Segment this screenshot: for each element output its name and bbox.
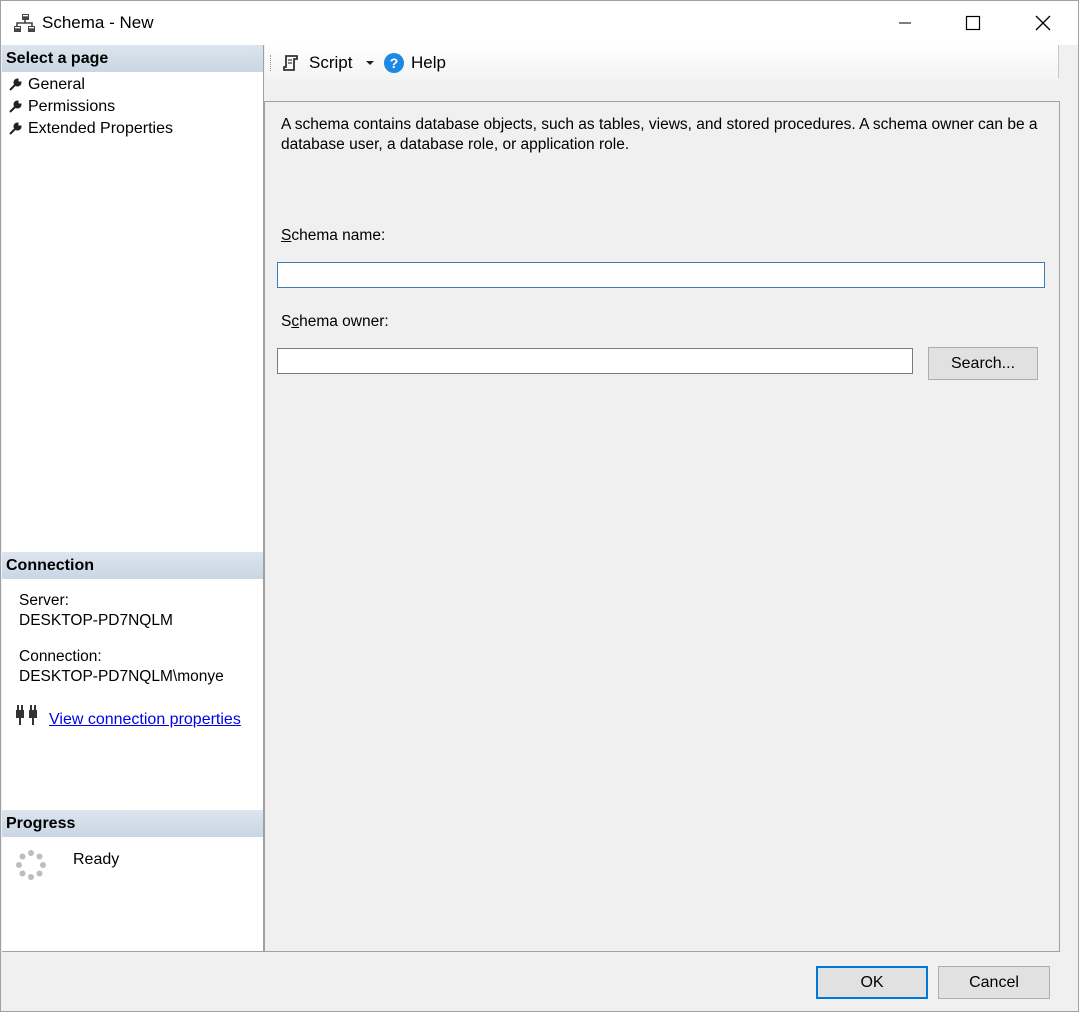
progress-header: Progress — [2, 810, 263, 837]
toolbar-divider — [1058, 45, 1059, 78]
minimize-button[interactable] — [871, 1, 939, 45]
schema-owner-label: Schema owner: — [281, 313, 389, 330]
help-button[interactable]: ? Help — [383, 50, 446, 76]
minimize-icon — [899, 22, 911, 24]
connection-header: Connection — [2, 552, 263, 579]
schema-name-label: Schema name: — [281, 227, 386, 244]
schema-icon — [14, 14, 35, 32]
script-button[interactable]: Script — [281, 50, 352, 76]
maximize-button[interactable] — [939, 1, 1007, 45]
toolbar-grip — [270, 55, 272, 71]
window-title: Schema - New — [42, 13, 154, 32]
svg-text:?: ? — [390, 55, 399, 71]
dropdown-arrow-icon — [366, 61, 374, 65]
schema-name-input[interactable] — [277, 262, 1045, 288]
select-a-page-header: Select a page — [2, 45, 263, 72]
title-bar[interactable]: Schema - New — [1, 1, 1078, 45]
page-item-label: Permissions — [28, 98, 116, 115]
cancel-button[interactable]: Cancel — [938, 966, 1050, 999]
help-icon: ? — [384, 53, 404, 73]
wrench-icon — [9, 122, 22, 135]
maximize-icon — [965, 15, 981, 31]
script-label: Script — [309, 53, 353, 72]
script-icon — [283, 55, 298, 71]
server-value: DESKTOP-PD7NQLM — [19, 612, 173, 629]
script-dropdown-button[interactable] — [365, 50, 379, 76]
close-icon — [1035, 15, 1051, 31]
schema-owner-input[interactable] — [277, 348, 913, 374]
wrench-icon — [9, 78, 22, 91]
connection-value: DESKTOP-PD7NQLM\monye — [19, 668, 224, 685]
page-item-label: Extended Properties — [28, 120, 173, 137]
progress-status: Ready — [73, 851, 120, 868]
connection-label: Connection: — [19, 648, 102, 665]
wrench-icon — [9, 100, 22, 113]
server-label: Server: — [19, 592, 69, 609]
plug-icon — [16, 705, 37, 725]
schema-description: A schema contains database objects, such… — [281, 116, 1038, 153]
help-label: Help — [411, 53, 446, 72]
page-item-extended-properties[interactable]: Extended Properties — [8, 119, 173, 139]
page-item-general[interactable]: General — [8, 75, 85, 95]
page-item-label: General — [28, 76, 85, 94]
progress-spinner-icon — [16, 850, 46, 880]
view-connection-properties-link[interactable]: View connection properties — [49, 711, 241, 729]
close-button[interactable] — [1009, 1, 1077, 45]
toolbar: Script ? Help — [265, 45, 1059, 81]
general-page-content: A schema contains database objects, such… — [264, 101, 1060, 952]
search-button[interactable]: Search... — [928, 347, 1038, 380]
page-item-permissions[interactable]: Permissions — [8, 97, 115, 117]
ok-button[interactable]: OK — [816, 966, 928, 999]
schema-new-dialog: Schema - New Select a page General Permi… — [0, 0, 1079, 1012]
left-panel: Select a page General Permissions Extend… — [2, 45, 264, 952]
